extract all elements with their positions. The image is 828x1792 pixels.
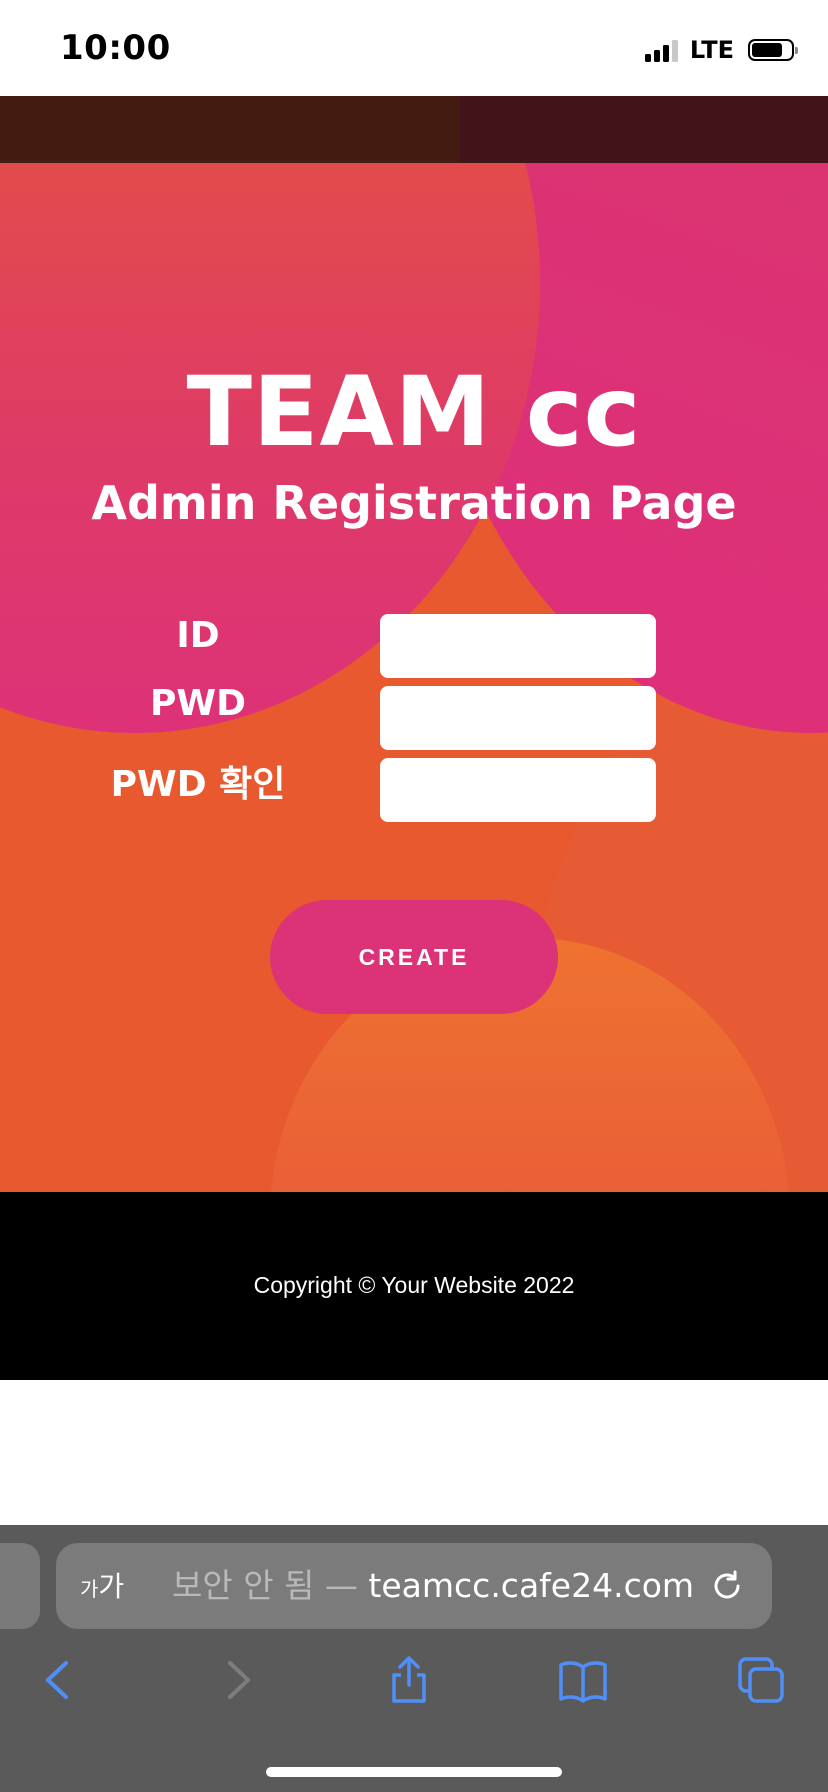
registration-hero: TEAM cc Admin Registration Page ID PWD P… [0,163,828,1192]
signal-icon [644,38,678,62]
header-strip [0,96,828,163]
copyright-text: Copyright © Your Website 2022 [253,1272,575,1298]
url-display[interactable]: 보안 안 됨 — teamcc.cafe24.com [172,1565,694,1607]
page-subtitle: Admin Registration Page [91,476,737,530]
home-indicator[interactable] [266,1767,562,1777]
browser-toolbar: 가가 보안 안 됨 — teamcc.cafe24.com [0,1525,828,1792]
id-input[interactable] [380,614,656,678]
pwd-label: PWD [150,683,246,724]
text-size-small-glyph: 가 [80,1577,99,1601]
reload-icon[interactable] [708,1567,746,1605]
share-icon[interactable] [384,1655,434,1705]
text-size-button[interactable]: 가가 [80,1567,124,1607]
url-domain: teamcc.cafe24.com [368,1566,695,1605]
pwd-confirm-label: PWD 확인 [110,764,286,805]
tabs-icon[interactable] [736,1655,786,1705]
status-time: 10:00 [60,28,171,68]
battery-icon [748,39,798,61]
book-icon[interactable] [558,1655,608,1705]
previous-tab-preview[interactable] [0,1543,40,1629]
network-type: LTE [689,36,734,64]
password-input[interactable] [380,686,656,750]
chevron-left-icon[interactable] [34,1655,84,1705]
id-label: ID [176,615,220,656]
create-button[interactable]: CREATE [270,900,558,1014]
address-bar[interactable]: 가가 보안 안 됨 — teamcc.cafe24.com [56,1543,772,1629]
chevron-right-icon[interactable] [212,1655,262,1705]
page-title: TEAM cc [186,356,642,468]
security-warning: 보안 안 됨 — [172,1566,358,1605]
status-bar: 10:00 LTE [0,0,828,96]
password-confirm-input[interactable] [380,758,656,822]
text-size-large-glyph: 가 [98,1570,125,1603]
status-indicators: LTE [644,36,798,64]
footer: Copyright © Your Website 2022 [0,1192,828,1380]
